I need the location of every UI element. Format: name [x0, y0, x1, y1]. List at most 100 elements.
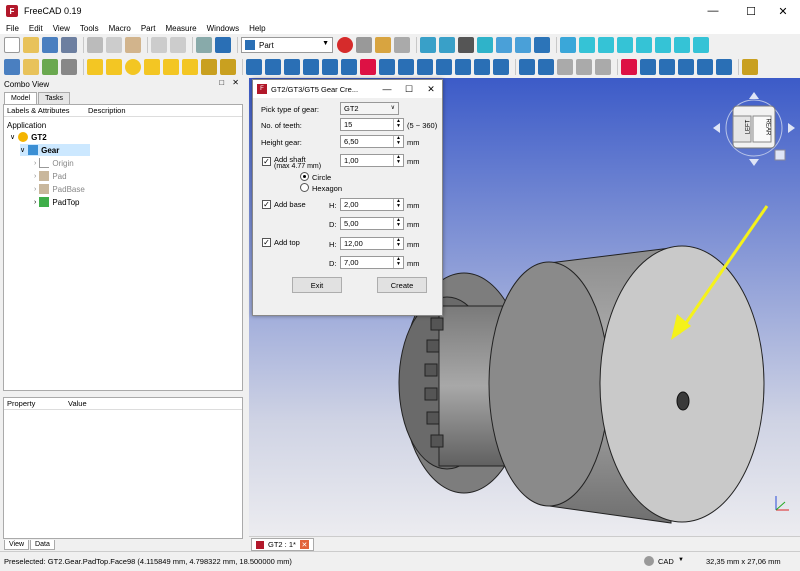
shape-builder-icon[interactable]	[220, 59, 236, 75]
spin-arrows-icon[interactable]: ▲ ▼	[393, 257, 403, 268]
mirror-icon[interactable]	[284, 59, 300, 75]
spin-arrows-icon[interactable]: ▲ ▼	[393, 238, 403, 249]
measure-toggle-icon[interactable]	[697, 59, 713, 75]
bounding-box-icon[interactable]	[477, 37, 493, 53]
top-h-spinbox[interactable]: 12,00 ▲ ▼	[340, 237, 404, 250]
front-view-icon[interactable]	[598, 37, 614, 53]
collapse-icon[interactable]: ∨	[20, 146, 25, 154]
minimize-button[interactable]: —	[696, 0, 730, 22]
prop-header-property[interactable]: Property	[4, 399, 68, 408]
menu-part[interactable]: Part	[141, 24, 156, 33]
copy-icon[interactable]	[106, 37, 122, 53]
fillet-icon[interactable]	[303, 59, 319, 75]
expand-icon[interactable]: ›	[34, 160, 36, 167]
bottom-view-icon[interactable]	[674, 37, 690, 53]
dock-controls[interactable]: □ ✕	[219, 78, 242, 87]
gear-type-select[interactable]: GT2 ∨	[340, 102, 399, 115]
dialog-minimize-button[interactable]: —	[376, 80, 398, 98]
measure-clear-icon[interactable]	[678, 59, 694, 75]
whats-this-icon[interactable]	[215, 37, 231, 53]
refresh-icon[interactable]	[196, 37, 212, 53]
measure-refresh-icon[interactable]	[659, 59, 675, 75]
height-spinbox[interactable]: 6,50 ▲ ▼	[340, 135, 404, 148]
measure-3d-icon[interactable]	[716, 59, 732, 75]
top-d-spinbox[interactable]: 7,00 ▲ ▼	[340, 256, 404, 269]
part-icon[interactable]	[4, 59, 20, 75]
offset-icon[interactable]	[455, 59, 471, 75]
spin-arrows-icon[interactable]: ▲ ▼	[393, 119, 403, 130]
record-macro-icon[interactable]	[337, 37, 353, 53]
common-icon[interactable]	[595, 59, 611, 75]
menu-file[interactable]: File	[6, 24, 19, 33]
edit-macro-icon[interactable]	[375, 37, 391, 53]
prop-header-value[interactable]: Value	[68, 399, 87, 408]
sphere-icon[interactable]	[125, 59, 141, 75]
cut-icon[interactable]	[87, 37, 103, 53]
tree-item-pad[interactable]: › Pad	[34, 170, 67, 182]
menu-help[interactable]: Help	[249, 24, 265, 33]
boolean-icon[interactable]	[538, 59, 554, 75]
dialog-maximize-button[interactable]: ☐	[398, 80, 420, 98]
compound-icon[interactable]	[519, 59, 535, 75]
undo-icon[interactable]	[151, 37, 167, 53]
revolve-icon[interactable]	[265, 59, 281, 75]
menu-measure[interactable]: Measure	[165, 24, 196, 33]
cube-icon[interactable]	[87, 59, 103, 75]
chamfer-icon[interactable]	[322, 59, 338, 75]
save-as-icon[interactable]	[61, 37, 77, 53]
new-file-icon[interactable]	[4, 37, 20, 53]
teeth-spinbox[interactable]: 15 ▲ ▼	[340, 118, 404, 131]
menu-edit[interactable]: Edit	[29, 24, 43, 33]
cone-icon[interactable]	[144, 59, 160, 75]
nav-style-selector[interactable]: CAD	[658, 557, 674, 566]
std-views-icon[interactable]	[534, 37, 550, 53]
forward-nav-icon[interactable]	[515, 37, 531, 53]
cut-boolean-icon[interactable]	[557, 59, 573, 75]
left-view-icon[interactable]	[693, 37, 709, 53]
spin-arrows-icon[interactable]: ▲ ▼	[393, 155, 403, 166]
cross-sections-icon[interactable]	[436, 59, 452, 75]
tube-icon[interactable]	[182, 59, 198, 75]
hexagon-radio[interactable]	[300, 183, 309, 192]
tab-tasks[interactable]: Tasks	[38, 92, 70, 104]
tree-item-padbase[interactable]: › PadBase	[34, 183, 85, 195]
menu-tools[interactable]: Tools	[80, 24, 99, 33]
extrude-icon[interactable]	[246, 59, 262, 75]
top-view-icon[interactable]	[617, 37, 633, 53]
base-h-spinbox[interactable]: 2,00 ▲ ▼	[340, 198, 404, 211]
section-icon[interactable]	[417, 59, 433, 75]
thickness-icon[interactable]	[474, 59, 490, 75]
shaft-spinbox[interactable]: 1,00 ▲ ▼	[340, 154, 404, 167]
tree-item-padtop[interactable]: › PadTop	[34, 196, 79, 208]
menu-view[interactable]: View	[53, 24, 70, 33]
spin-arrows-icon[interactable]: ▲ ▼	[393, 199, 403, 210]
maximize-button[interactable]: ☐	[734, 0, 768, 22]
spin-arrows-icon[interactable]: ▲ ▼	[393, 218, 403, 229]
expand-icon[interactable]: ›	[34, 186, 36, 193]
ruled-surface-icon[interactable]	[360, 59, 376, 75]
tree-item-origin[interactable]: › Origin	[34, 157, 74, 169]
link-actions-icon[interactable]	[61, 59, 77, 75]
expand-icon[interactable]: ›	[34, 199, 36, 206]
measure-linear-icon[interactable]	[621, 59, 637, 75]
workbench-selector[interactable]: Part ▼	[241, 37, 333, 53]
add-base-checkbox[interactable]: ✓	[262, 200, 271, 209]
tree-item-gear[interactable]: ∨ Gear	[20, 144, 90, 156]
sweep-icon[interactable]	[398, 59, 414, 75]
circle-radio[interactable]	[300, 172, 309, 181]
close-button[interactable]: ✕	[766, 0, 800, 22]
expand-icon[interactable]: ›	[34, 173, 36, 180]
fit-all-icon[interactable]	[420, 37, 436, 53]
redo-icon[interactable]	[170, 37, 186, 53]
measure-angular-icon[interactable]	[640, 59, 656, 75]
add-top-checkbox[interactable]: ✓	[262, 238, 271, 247]
paste-icon[interactable]	[125, 37, 141, 53]
isometric-view-icon[interactable]	[579, 37, 595, 53]
create-button[interactable]: Create	[377, 277, 427, 293]
run-macro-icon[interactable]	[394, 37, 410, 53]
loft-icon[interactable]	[379, 59, 395, 75]
tree-item-doc[interactable]: ∨ GT2	[10, 131, 47, 143]
link-icon[interactable]	[42, 59, 58, 75]
make-face-icon[interactable]	[341, 59, 357, 75]
open-file-icon[interactable]	[23, 37, 39, 53]
